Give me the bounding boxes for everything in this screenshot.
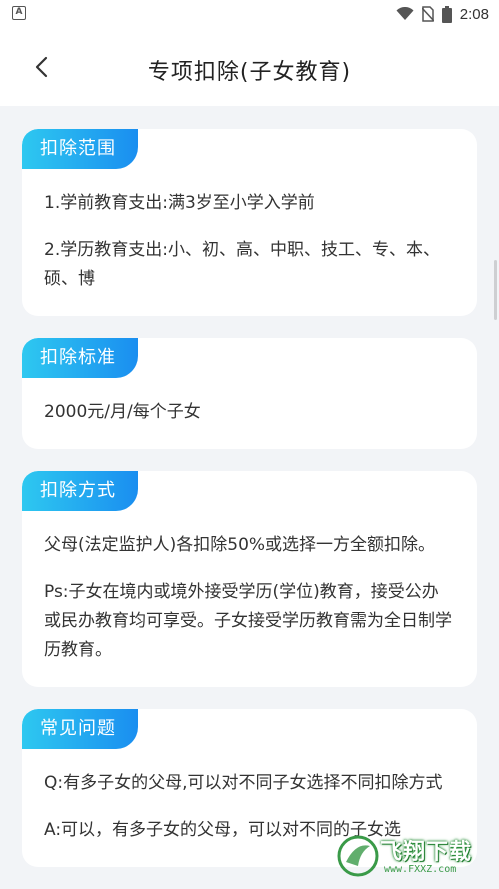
section-tag: 扣除范围 (22, 129, 138, 169)
section-text: 2.学历教育支出:小、初、高、中职、技工、专、本、硕、博 (44, 240, 440, 289)
section-text: Ps:子女在境内或境外接受学历(学位)教育，接受公办或民办教育均可享受。子女接受… (44, 582, 452, 660)
section-text: 父母(法定监护人)各扣除50%或选择一方全额扣除。 (44, 535, 436, 555)
section-text: 1.学前教育支出:满3岁至小学入学前 (44, 193, 315, 213)
app-header: 专项扣除(子女教育) (0, 28, 499, 106)
watermark-logo: 飞翔下载 www.FXXZ.com (336, 830, 486, 882)
section-card-method: 扣除方式 父母(法定监护人)各扣除50%或选择一方全额扣除。 Ps:子女在境内或… (22, 471, 477, 687)
status-icons: 2:08 (396, 4, 489, 24)
watermark-text: 飞翔下载 (380, 840, 473, 865)
content-list[interactable]: 扣除范围 1.学前教育支出:满3岁至小学入学前 2.学历教育支出:小、初、高、中… (22, 129, 477, 889)
wifi-icon (396, 7, 414, 20)
page-title: 专项扣除(子女教育) (147, 60, 352, 85)
section-tag: 扣除标准 (22, 338, 138, 378)
app-notification-icon: A (12, 6, 26, 20)
battery-icon (441, 5, 452, 23)
section-tag: 扣除方式 (22, 471, 138, 511)
section-card-scope: 扣除范围 1.学前教育支出:满3岁至小学入学前 2.学历教育支出:小、初、高、中… (22, 129, 477, 316)
watermark-url: www.FXXZ.com (384, 864, 457, 875)
scrollbar[interactable] (494, 260, 497, 320)
no-sim-icon (421, 6, 434, 22)
faq-question: Q:有多子女的父母,可以对不同子女选择不同扣除方式 (44, 773, 443, 793)
section-text: 2000元/月/每个子女 (44, 402, 201, 422)
section-tag: 常见问题 (22, 709, 138, 749)
status-time: 2:08 (459, 5, 489, 23)
section-card-standard: 扣除标准 2000元/月/每个子女 (22, 338, 477, 449)
status-bar: A 2:08 (0, 0, 499, 28)
watermark-emblem-icon (337, 835, 379, 877)
